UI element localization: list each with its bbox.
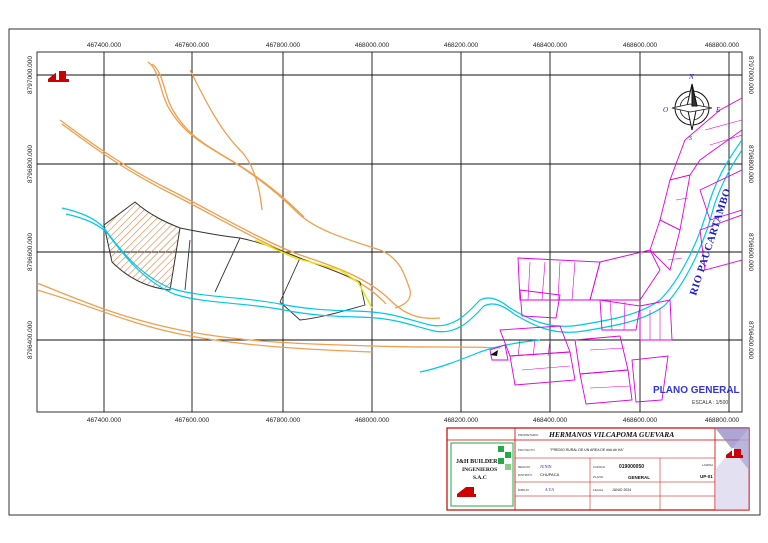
project-label: PROYECTO [518, 448, 535, 452]
compass-n: N [688, 73, 694, 81]
x-tick-top-1: 467400.000 [87, 42, 122, 49]
y-tick-right-1: 8797000.000 [747, 56, 754, 94]
district-value: CHUPACA [540, 472, 560, 477]
drawn-label: DIBUJO [518, 488, 530, 492]
y-tick-labels-left: 8797000.000 8796800.000 8796600.000 8796… [27, 56, 34, 359]
y-tick-left-3: 8796600.000 [27, 233, 34, 271]
y-tick-right-4: 8796400.000 [747, 321, 754, 359]
compass-s: S [689, 136, 692, 142]
company-name-line3: S.A.C [473, 475, 487, 481]
y-tick-labels-right: 8797000.000 8796800.000 8796600.000 8796… [747, 56, 754, 359]
y-tick-left-4: 8796400.000 [27, 321, 34, 359]
district-label: DISTRITO [518, 473, 533, 477]
drawn-value: A.V.A [544, 487, 554, 492]
x-tick-top-3: 467800.000 [266, 42, 301, 49]
company-name-line1: J&H BUILDER [456, 459, 498, 465]
x-tick-bottom-7: 468600.000 [623, 417, 658, 424]
owner-name: HERMANOS VILCAPOMA GUEVARA [548, 430, 674, 439]
region-value: JUNIN [540, 464, 552, 469]
x-tick-top-7: 468600.000 [623, 42, 658, 49]
code-value: 019000050 [619, 464, 644, 470]
y-tick-right-2: 8796800.000 [747, 145, 754, 183]
code-label: CODIGO [593, 465, 606, 469]
region-label: REGION [518, 465, 530, 469]
x-tick-top-4: 468000.000 [355, 42, 390, 49]
y-tick-right-3: 8796600.000 [747, 233, 754, 271]
date-value: JUNIO 2024 [612, 488, 631, 492]
y-tick-left-2: 8796800.000 [27, 145, 34, 183]
x-tick-bottom-5: 468200.000 [444, 417, 479, 424]
plan-label: PLANO [593, 475, 604, 479]
x-tick-bottom-4: 468000.000 [355, 417, 390, 424]
x-tick-bottom-2: 467600.000 [175, 417, 210, 424]
sheet-value: UP-01 [700, 474, 713, 479]
date-label: FECHA [593, 488, 603, 492]
x-tick-labels-bottom: 467400.000 467600.000 467800.000 468000.… [87, 417, 740, 424]
map-sheet: N O E S RIO PAUCARTAMBO PLANO GENERAL ES… [8, 28, 761, 516]
y-tick-left-1: 8797000.000 [27, 56, 34, 94]
owner-label: PROPIETARIO [518, 433, 539, 437]
scale-label: ESCALA : 1/500 [692, 400, 728, 406]
x-tick-bottom-1: 467400.000 [87, 417, 122, 424]
project-name: "PREDIO RURAL DE UN AREA DE ###.## HA" [550, 448, 625, 452]
x-tick-bottom-8: 468800.000 [705, 417, 740, 424]
compass-e: E [715, 106, 721, 114]
x-tick-bottom-3: 467800.000 [266, 417, 301, 424]
sheet-label: LAMINA [702, 463, 713, 467]
plan-title: PLANO GENERAL [653, 385, 740, 396]
x-tick-top-2: 467600.000 [175, 42, 210, 49]
compass-o: O [663, 106, 668, 114]
plan-value: GENERAL [628, 475, 650, 480]
x-tick-top-8: 468800.000 [705, 42, 740, 49]
company-name-line2: INGENIEROS [462, 467, 497, 473]
x-tick-top-5: 468200.000 [444, 42, 479, 49]
x-tick-bottom-6: 468400.000 [533, 417, 568, 424]
x-tick-top-6: 468400.000 [533, 42, 568, 49]
x-tick-labels-top: 467400.000 467600.000 467800.000 468000.… [87, 42, 740, 49]
